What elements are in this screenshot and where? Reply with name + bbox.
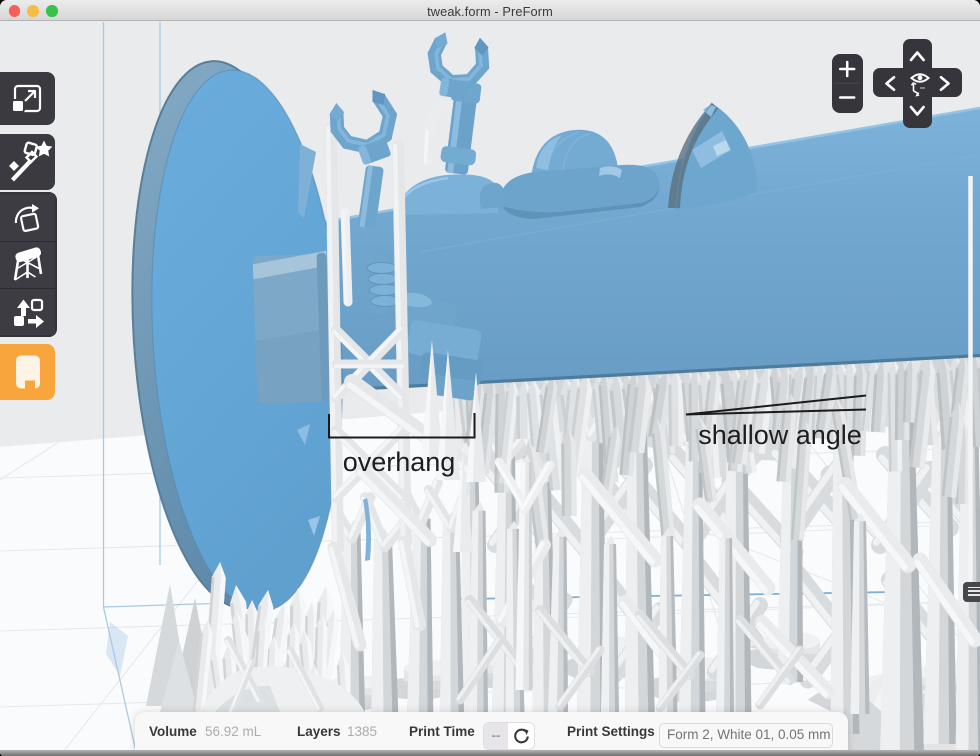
svg-text:overhang: overhang — [343, 447, 456, 477]
svg-text:shallow angle: shallow angle — [698, 420, 862, 450]
